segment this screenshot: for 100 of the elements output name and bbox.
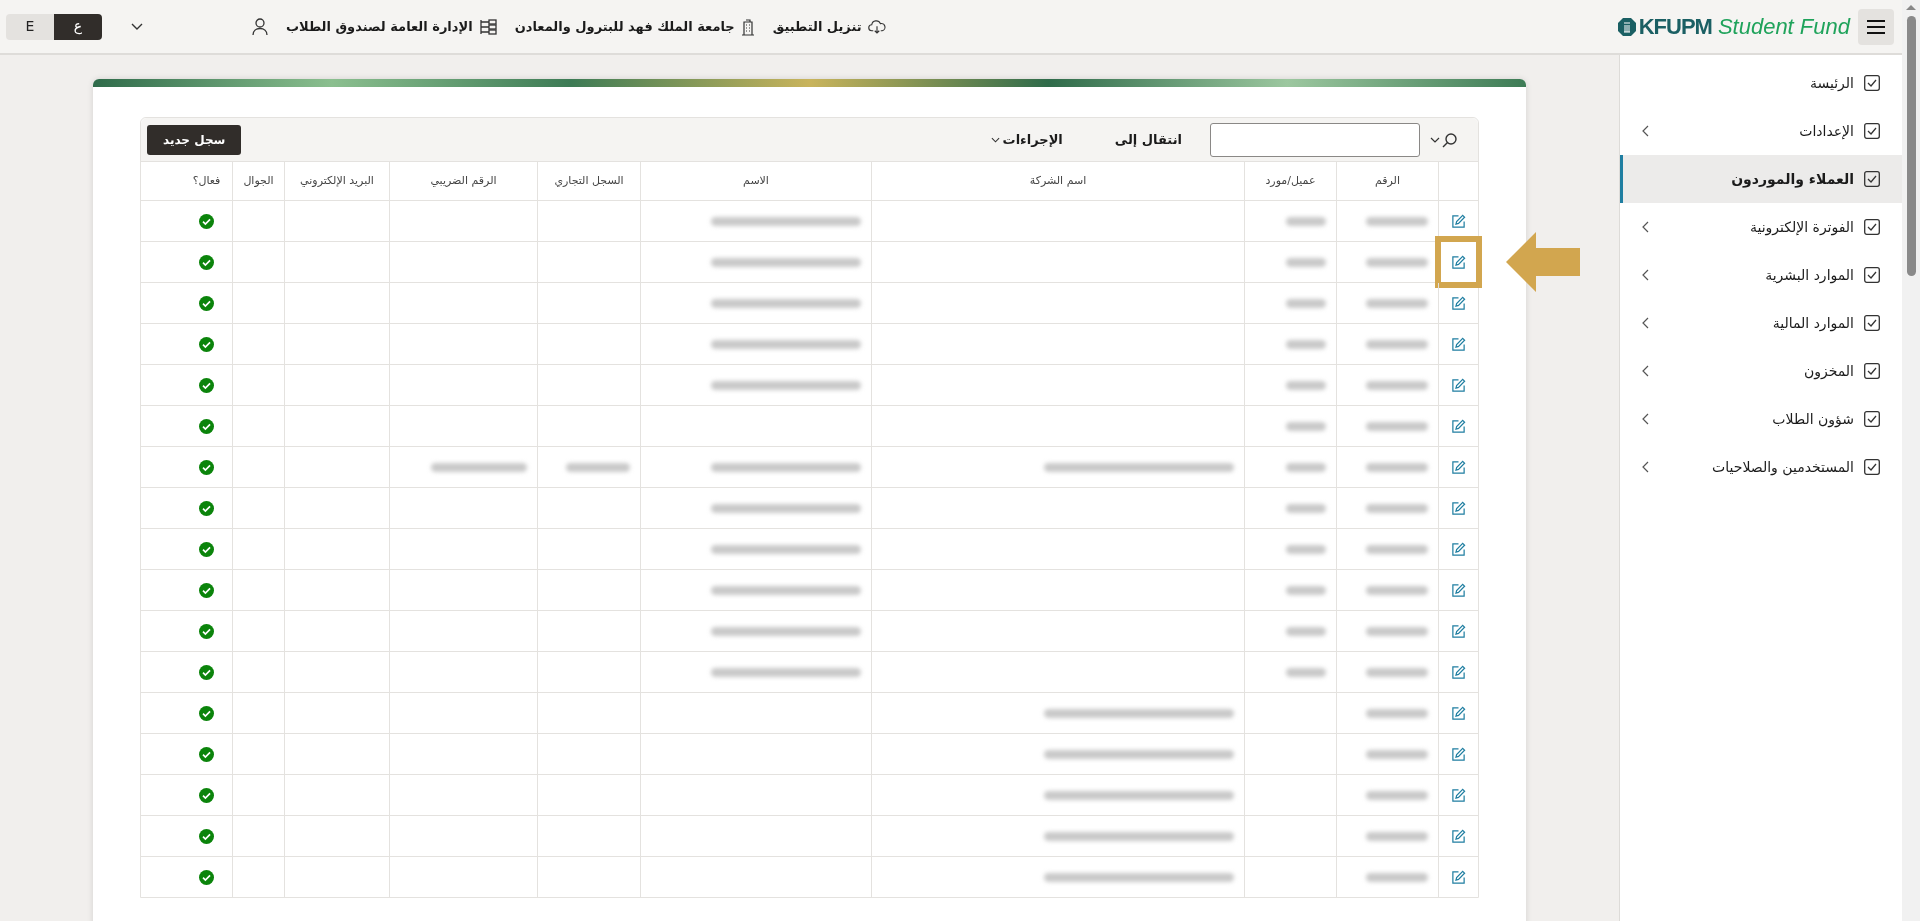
blurred-text: [1366, 831, 1428, 841]
column-header: عميل/مورد: [1265, 172, 1316, 189]
sidebar-item[interactable]: شؤون الطلاب: [1620, 395, 1902, 443]
checkbox-icon: [1864, 123, 1880, 139]
blurred-text: [1286, 667, 1326, 677]
language-option[interactable]: E: [6, 13, 54, 40]
column-header: الجوال: [243, 172, 274, 189]
sidebar-item[interactable]: الرئيسة: [1620, 59, 1902, 107]
column-header: الرقم: [1374, 172, 1401, 189]
scrollbar[interactable]: [1902, 0, 1920, 921]
edit-icon: [1451, 828, 1466, 844]
checkbox-icon: [1864, 459, 1880, 475]
blurred-text: [1286, 421, 1326, 431]
edit-button[interactable]: [1451, 336, 1466, 352]
header-link[interactable]: تنزيل التطبيق: [772, 16, 886, 37]
blurred-text: [1286, 298, 1326, 308]
edit-button[interactable]: [1451, 500, 1466, 516]
edit-icon: [1451, 418, 1466, 434]
search-field[interactable]: [1210, 122, 1420, 157]
edit-icon: [1451, 746, 1466, 762]
new-record-button[interactable]: سجل جديد: [147, 124, 242, 155]
edit-icon: [1451, 787, 1466, 803]
edit-button[interactable]: [1451, 705, 1466, 721]
hierarchy-icon: [478, 18, 497, 35]
blurred-text: [1286, 585, 1326, 595]
edit-button[interactable]: [1451, 459, 1466, 475]
sidebar-item[interactable]: العملاء والموردون: [1620, 155, 1902, 203]
edit-button[interactable]: [1451, 377, 1466, 393]
blurred-text: [1286, 544, 1326, 554]
edit-button[interactable]: [1451, 869, 1466, 885]
blurred-text: [1366, 503, 1428, 513]
edit-icon: [1451, 664, 1466, 680]
blurred-text: [1286, 626, 1326, 636]
sidebar-item[interactable]: الإعدادات: [1620, 107, 1902, 155]
edit-button[interactable]: [1451, 295, 1466, 311]
blurred-text: [1366, 544, 1428, 554]
blurred-text: [1366, 790, 1428, 800]
edit-button[interactable]: [1451, 623, 1466, 639]
edit-icon: [1451, 336, 1466, 352]
actions-menu[interactable]: الإجراءات: [990, 129, 1063, 150]
blurred-text: [1366, 257, 1428, 267]
menu-button[interactable]: [1858, 8, 1894, 45]
edit-icon: [1451, 295, 1466, 311]
goto-button[interactable]: انتقال إلى: [1114, 129, 1182, 150]
sidebar-item[interactable]: الفوترة الإلكترونية: [1620, 203, 1902, 251]
edit-icon: [1451, 213, 1466, 229]
column-header: البريد الإلكتروني: [300, 172, 374, 189]
language-option[interactable]: ع: [54, 13, 102, 40]
column-header: السجل التجاري: [554, 172, 624, 189]
blurred-text: [1286, 380, 1326, 390]
blurred-text: [1366, 298, 1428, 308]
blurred-text: [1366, 339, 1428, 349]
sidebar-item[interactable]: الموارد البشرية: [1620, 251, 1902, 299]
edit-icon: [1451, 459, 1466, 475]
edit-icon: [1451, 869, 1466, 885]
edit-button[interactable]: [1451, 746, 1466, 762]
checkbox-icon: [1864, 75, 1880, 91]
blurred-text: [1366, 462, 1428, 472]
chevron-down-icon: [990, 136, 1000, 143]
search-button[interactable]: [1430, 131, 1458, 148]
edit-button[interactable]: [1451, 254, 1466, 270]
blurred-text: [1366, 626, 1428, 636]
blurred-text: [1286, 503, 1326, 513]
header-link[interactable]: الإدارة العامة لصندوق الطلاب: [286, 16, 497, 37]
edit-icon: [1451, 705, 1466, 721]
edit-button[interactable]: [1451, 582, 1466, 598]
edit-icon: [1451, 541, 1466, 557]
blurred-text: [1366, 708, 1428, 718]
column-header: الرقم الضريبي: [430, 172, 497, 189]
checkbox-icon: [1864, 315, 1880, 331]
scroll-up-icon[interactable]: [1906, 4, 1916, 10]
checkbox-icon: [1864, 267, 1880, 283]
column-header: اسم الشركة: [1029, 172, 1087, 189]
blurred-text: [1286, 257, 1326, 267]
sidebar-item[interactable]: المستخدمين والصلاحيات: [1620, 443, 1902, 491]
edit-button[interactable]: [1451, 418, 1466, 434]
sidebar-item[interactable]: المخزون: [1620, 347, 1902, 395]
edit-button[interactable]: [1451, 828, 1466, 844]
user-button[interactable]: [252, 17, 268, 36]
checkbox-icon: [1864, 363, 1880, 379]
blurred-text: [566, 462, 630, 472]
blurred-text: [1286, 216, 1326, 226]
edit-button[interactable]: [1451, 664, 1466, 680]
menu-icon: [1867, 19, 1885, 34]
emblem-icon: [1616, 16, 1637, 37]
edit-button[interactable]: [1451, 787, 1466, 803]
edit-button[interactable]: [1451, 541, 1466, 557]
edit-button[interactable]: [1451, 213, 1466, 229]
chevron-down-icon: [131, 22, 143, 31]
column-header: فعال؟: [192, 172, 221, 189]
scrollbar-thumb[interactable]: [1906, 16, 1916, 276]
blurred-text: [1366, 585, 1428, 595]
header-link[interactable]: جامعة الملك فهد للبترول والمعادن: [514, 16, 755, 37]
blurred-text: [1366, 667, 1428, 677]
edit-icon: [1451, 254, 1466, 270]
chevron-down-icon: [1430, 136, 1440, 143]
sidebar-item[interactable]: الموارد المالية: [1620, 299, 1902, 347]
blurred-text: [1366, 216, 1428, 226]
edit-icon: [1451, 582, 1466, 598]
edit-icon: [1451, 377, 1466, 393]
